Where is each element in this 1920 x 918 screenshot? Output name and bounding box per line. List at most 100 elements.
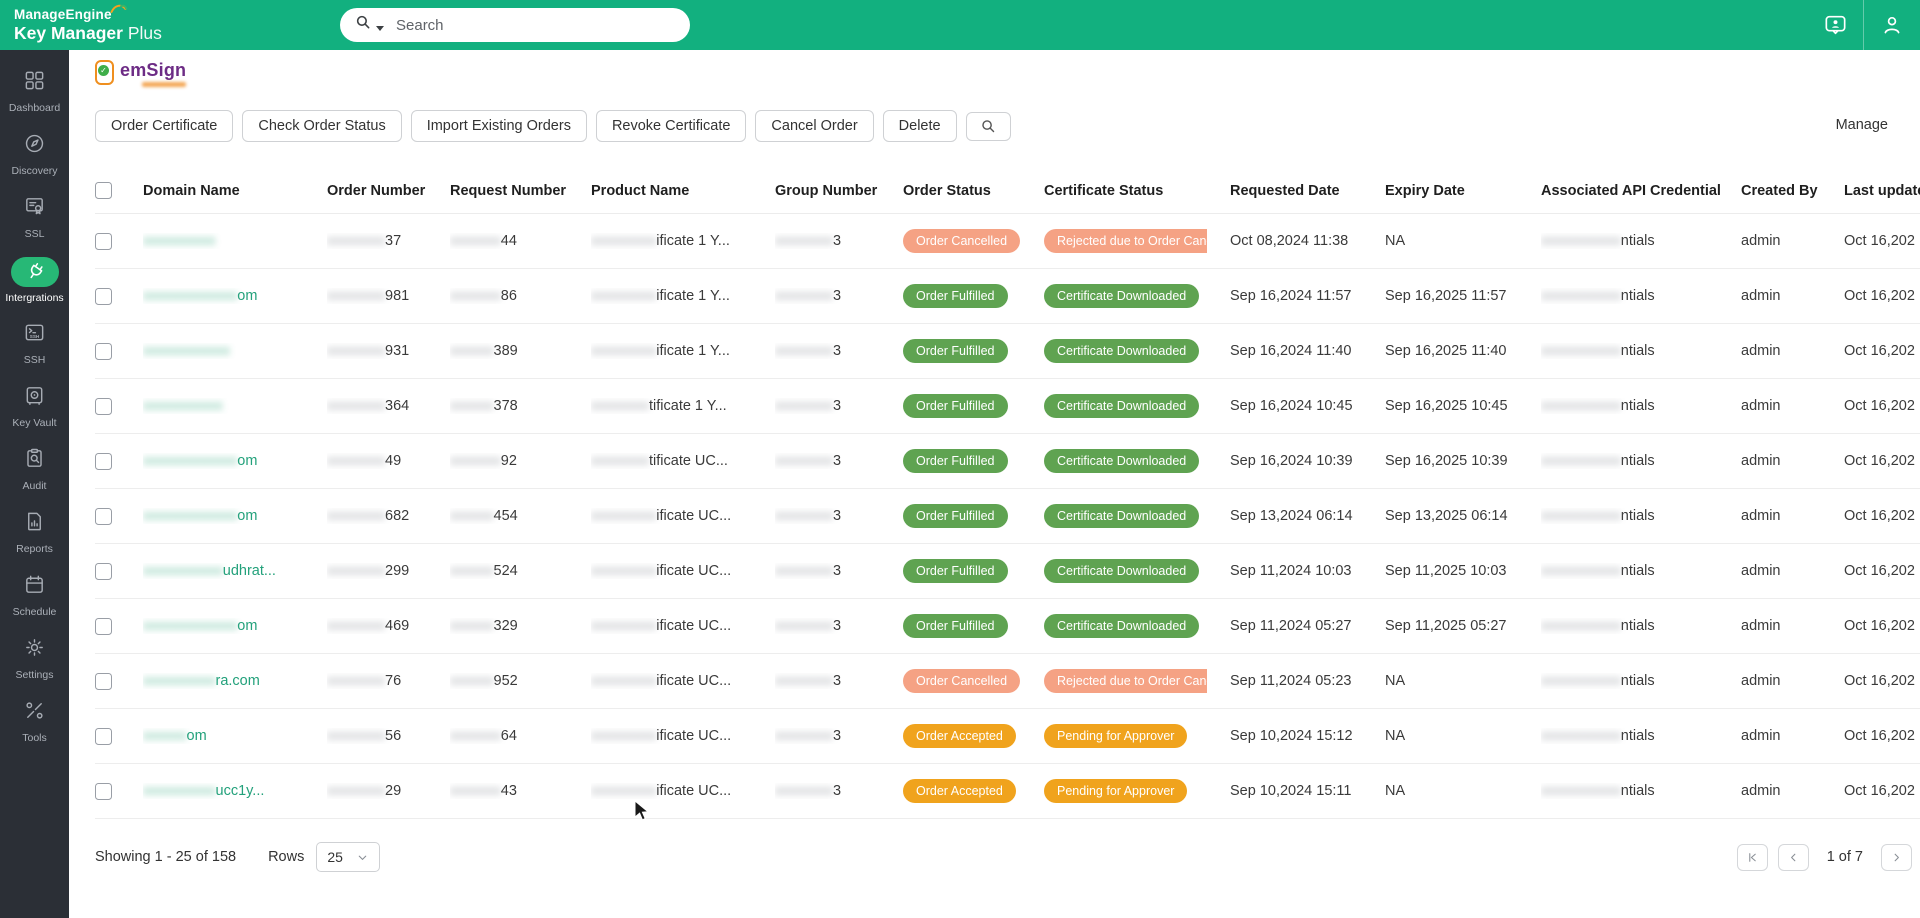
product-name-cell-visible: tificate UC... xyxy=(649,453,728,469)
integrations-plug-icon xyxy=(10,257,59,287)
group-number-cell-visible: 3 xyxy=(833,728,842,744)
sidebar-item-ssl[interactable]: SSL xyxy=(0,186,69,249)
row-checkbox[interactable] xyxy=(95,397,112,415)
domain-name-cell[interactable]: xxxxxxxxxxxxxom xyxy=(143,453,327,469)
order-number-cell: xxxxxxxx49 xyxy=(327,453,450,469)
order-number-cell-visible: 76 xyxy=(385,673,402,689)
domain-name-cell[interactable]: xxxxxxxxxxxudhrat... xyxy=(143,563,327,579)
row-checkbox[interactable] xyxy=(95,452,112,470)
row-checkbox[interactable] xyxy=(95,287,112,305)
manage-link[interactable]: Manage xyxy=(1836,117,1888,133)
next-page-icon[interactable] xyxy=(1881,843,1912,871)
request-number-cell-visible: 64 xyxy=(500,728,517,744)
group-number-cell-redacted: xxxxxxxx xyxy=(775,783,833,799)
revoke-certificate-button[interactable]: Revoke Certificate xyxy=(595,110,747,142)
chevron-down-icon xyxy=(359,855,367,860)
domain-name-cell-visible: om xyxy=(237,453,258,469)
domain-name-cell[interactable]: xxxxxxxxxxucc1y... xyxy=(143,783,327,799)
request-number-cell-visible: 86 xyxy=(500,288,517,304)
row-checkbox[interactable] xyxy=(95,672,112,690)
sidebar-item-schedule[interactable]: Schedule xyxy=(0,564,69,627)
row-checkbox[interactable] xyxy=(95,782,112,800)
sidebar-item-tools[interactable]: Tools xyxy=(0,690,69,753)
domain-name-cell-redacted: xxxxxxxxxx xyxy=(143,673,216,689)
audit-icon xyxy=(23,447,46,475)
select-all-checkbox[interactable] xyxy=(95,182,112,199)
request-number-cell: xxxxxx378 xyxy=(450,398,591,414)
created-by-cell: admin xyxy=(1741,508,1781,524)
domain-name-cell[interactable]: xxxxxxxxxxxxxom xyxy=(143,288,327,304)
row-checkbox[interactable] xyxy=(95,617,112,635)
api-credential-cell-visible: ntials xyxy=(1620,233,1655,249)
order-certificate-button[interactable]: Order Certificate xyxy=(95,110,234,142)
user-icon[interactable] xyxy=(1864,0,1920,50)
row-checkbox[interactable] xyxy=(95,232,112,250)
certificate-status-badge: Certificate Downloaded xyxy=(1044,504,1200,528)
sidebar-item-discovery[interactable]: Discovery xyxy=(0,123,69,186)
domain-name-cell[interactable]: xxxxxxxxxxra.com xyxy=(143,673,327,689)
row-checkbox[interactable] xyxy=(95,342,112,360)
import-existing-orders-button[interactable]: Import Existing Orders xyxy=(410,110,587,142)
rows-per-page-select[interactable]: 25 xyxy=(316,842,381,872)
api-credential-cell: xxxxxxxxxxxntials xyxy=(1541,783,1741,799)
order-number-cell: xxxxxxxx931 xyxy=(327,343,450,359)
product-name-cell: xxxxxxxxxificate UC... xyxy=(591,563,775,579)
order-number-cell-visible: 299 xyxy=(385,563,410,579)
sidebar-item-settings[interactable]: Settings xyxy=(0,627,69,690)
request-number-cell: xxxxxxx44 xyxy=(450,233,591,249)
sidebar-item-audit[interactable]: Audit xyxy=(0,438,69,501)
group-number-cell: xxxxxxxx3 xyxy=(775,233,903,249)
order-status-cell: Order Fulfilled xyxy=(903,394,1044,418)
created-by-cell: admin xyxy=(1741,783,1781,799)
domain-name-cell[interactable]: xxxxxxxxxxx xyxy=(143,398,327,414)
group-number-cell-redacted: xxxxxxxx xyxy=(775,563,833,579)
sidebar-item-intergrations[interactable]: Intergrations xyxy=(0,249,69,312)
sidebar-item-dashboard[interactable]: Dashboard xyxy=(0,60,69,123)
request-number-cell-visible: 378 xyxy=(493,398,518,414)
order-number-cell: xxxxxxxx364 xyxy=(327,398,450,414)
search-scope-caret-icon[interactable] xyxy=(376,25,384,31)
group-number-cell: xxxxxxxx3 xyxy=(775,673,903,689)
api-credential-cell-redacted: xxxxxxxxxxx xyxy=(1541,343,1621,359)
group-number-cell-redacted: xxxxxxxx xyxy=(775,288,833,304)
domain-name-cell[interactable]: xxxxxxxxxxxxxom xyxy=(143,508,327,524)
row-checkbox[interactable] xyxy=(95,507,112,525)
row-checkbox[interactable] xyxy=(95,562,112,580)
sidebar-item-key-vault[interactable]: Key Vault xyxy=(0,375,69,438)
api-credential-cell-visible: ntials xyxy=(1620,618,1655,634)
settings-icon xyxy=(23,636,46,664)
group-number-cell-redacted: xxxxxxxx xyxy=(775,343,833,359)
api-credential-cell-redacted: xxxxxxxxxxx xyxy=(1541,563,1621,579)
api-credential-cell-visible: ntials xyxy=(1620,508,1655,524)
domain-name-cell[interactable]: xxxxxxxxxxxxxom xyxy=(143,618,327,634)
prev-page-icon[interactable] xyxy=(1777,843,1809,871)
expiry-date-cell: NA xyxy=(1385,728,1406,744)
domain-name-cell[interactable]: xxxxxxom xyxy=(143,728,327,744)
main-content: ✓ emSign Order Certificate Check Order St… xyxy=(69,50,1920,918)
row-checkbox[interactable] xyxy=(95,727,112,745)
order-status-cell: Order Cancelled xyxy=(903,229,1044,253)
last-updated-cell: Oct 16,202 xyxy=(1844,563,1915,579)
first-page-icon[interactable] xyxy=(1736,843,1768,871)
cancel-order-button[interactable]: Cancel Order xyxy=(755,110,874,142)
order-status-cell: Order Fulfilled xyxy=(903,284,1044,308)
column-header-group-number: Group Number xyxy=(775,182,878,199)
delete-button[interactable]: Delete xyxy=(882,110,957,142)
order-status-badge: Order Fulfilled xyxy=(903,614,1008,638)
certificate-status-cell: Certificate Downloaded xyxy=(1044,504,1230,528)
requested-date-cell: Sep 11,2024 05:27 xyxy=(1230,618,1352,634)
order-status-badge: Order Fulfilled xyxy=(903,339,1008,363)
check-order-status-button[interactable]: Check Order Status xyxy=(242,110,402,142)
domain-name-cell[interactable]: xxxxxxxxxx xyxy=(143,233,327,249)
order-status-cell: Order Cancelled xyxy=(903,669,1044,693)
domain-name-cell-visible: om xyxy=(237,508,258,524)
expiry-date-cell: Sep 16,2025 10:45 xyxy=(1385,398,1508,414)
product-name-cell-visible: ificate UC... xyxy=(656,618,732,634)
sidebar-item-reports[interactable]: Reports xyxy=(0,501,69,564)
global-search-input[interactable]: Search xyxy=(340,8,690,42)
domain-name-cell[interactable]: xxxxxxxxxxxx xyxy=(143,343,327,359)
sidebar-item-ssh[interactable]: SSH SSH xyxy=(0,312,69,375)
api-credential-cell: xxxxxxxxxxxntials xyxy=(1541,673,1741,689)
feedback-icon[interactable] xyxy=(1807,0,1863,50)
table-search-icon[interactable] xyxy=(965,111,1011,141)
